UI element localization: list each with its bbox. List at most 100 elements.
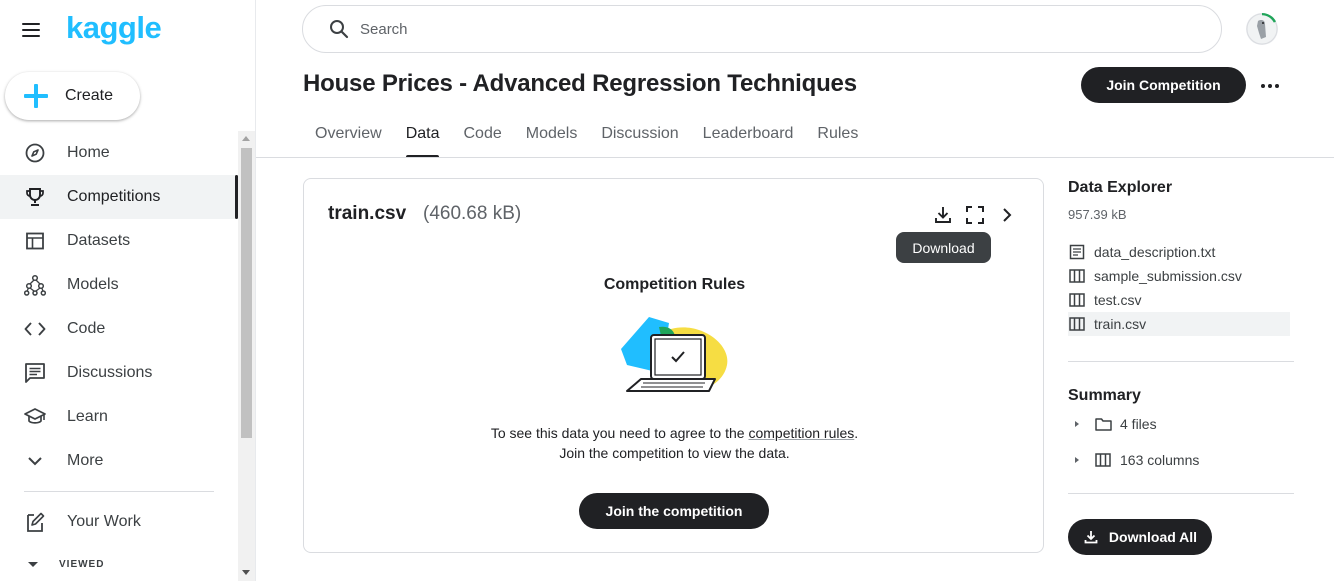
search-input[interactable] [360,20,1160,38]
file-item-label: data_description.txt [1094,244,1216,260]
file-size: (460.68 kB) [423,203,522,224]
models-icon [23,273,47,297]
competition-rules-link[interactable]: competition rules [748,425,854,441]
file-item-test[interactable]: test.csv [1068,288,1290,312]
caret-right-icon [1075,421,1079,427]
explorer-divider [1068,361,1294,362]
join-competition-button[interactable]: Join Competition [1081,67,1246,103]
sidebar-item-code[interactable]: Code [0,307,238,351]
sidebar-item-models[interactable]: Models [0,263,238,307]
sidebar-item-discussions[interactable]: Discussions [0,351,238,395]
trophy-icon [23,185,47,209]
viewed-section-toggle[interactable]: VIEWED [0,553,238,575]
file-item-label: train.csv [1094,316,1147,332]
summary-columns-label: 163 columns [1120,452,1200,468]
viewed-label: VIEWED [59,558,105,570]
competition-tabs: Overview Data Code Models Discussion Lea… [303,116,870,158]
scroll-down-arrow-icon[interactable] [242,570,250,575]
search-icon [328,18,350,40]
caret-down-icon [28,561,38,567]
more-options-icon[interactable] [1256,72,1284,100]
tab-leaderboard[interactable]: Leaderboard [691,116,806,158]
your-work-label: Your Work [67,513,141,530]
sidebar-item-home[interactable]: Home [0,131,238,175]
rules-text-after: . [854,425,859,441]
sidebar-item-your-work[interactable]: Your Work [0,500,238,544]
tab-overview[interactable]: Overview [303,116,394,158]
tabs-divider [256,157,1334,158]
data-explorer-title: Data Explorer [1068,179,1173,196]
download-all-label: Download All [1108,529,1198,545]
sidebar-item-datasets[interactable]: Datasets [0,219,238,263]
kaggle-app: kaggle Create Home Competitions Datasets… [0,0,1341,581]
sidebar-item-label: Discussions [67,364,153,381]
file-item-label: test.csv [1094,292,1142,308]
tab-discussion[interactable]: Discussion [589,116,690,158]
file-item-train[interactable]: train.csv [1068,312,1290,336]
summary-title: Summary [1068,387,1141,404]
fullscreen-icon[interactable] [963,203,987,227]
scroll-up-arrow-icon[interactable] [242,136,250,141]
sidebar-divider [24,491,214,492]
download-icon [1083,529,1099,545]
table-columns-icon [1094,451,1112,469]
competition-rules-title: Competition Rules [603,276,746,293]
sidebar-item-label: Home [67,144,110,161]
file-preview-card: train.csv (460.68 kB) Download Competiti… [303,178,1044,553]
tab-data[interactable]: Data [394,116,452,158]
tab-rules[interactable]: Rules [805,116,870,158]
file-item-sample-submission[interactable]: sample_submission.csv [1068,264,1290,288]
download-all-button[interactable]: Download All [1068,519,1212,555]
rules-text-before: To see this data you need to agree to th… [490,425,749,441]
summary-divider [1068,493,1294,494]
sidebar: kaggle Create Home Competitions Datasets… [0,0,256,581]
folder-icon [1094,415,1112,433]
sidebar-item-label: Learn [67,408,108,425]
laptop-illustration [621,317,728,392]
download-icon[interactable] [931,203,955,227]
rules-text-line2: Join the competition to view the data. [559,445,790,461]
file-name: train.csv [328,203,407,224]
file-item-label: sample_submission.csv [1094,268,1242,284]
chevron-right-icon[interactable] [995,203,1019,227]
sidebar-item-label: Code [67,320,106,337]
summary-files-label: 4 files [1120,416,1157,432]
sidebar-item-label: Competitions [67,188,161,205]
compass-icon [23,141,47,165]
discussion-icon [23,361,47,385]
rules-message: To see this data you need to agree to th… [304,423,1045,463]
sidebar-nav: Home Competitions Datasets Models Code D… [0,131,238,483]
edit-document-icon [23,510,47,534]
school-icon [23,405,47,429]
table-columns-icon [1068,267,1086,285]
download-tooltip: Download [896,232,991,263]
kaggle-logo[interactable]: kaggle [66,10,162,46]
scrollbar-thumb[interactable] [241,148,252,438]
sidebar-item-more[interactable]: More [0,439,238,483]
search-bar[interactable] [302,5,1222,53]
create-button[interactable]: Create [5,72,140,120]
sidebar-scrollbar[interactable] [238,131,255,581]
document-icon [1068,243,1086,261]
avatar[interactable] [1246,13,1278,45]
data-explorer-size: 957.39 kB [1068,207,1127,222]
file-item-data-description[interactable]: data_description.txt [1068,240,1290,264]
plus-icon [23,83,49,109]
join-the-competition-button[interactable]: Join the competition [579,493,769,529]
sidebar-item-label: Datasets [67,232,131,249]
sidebar-item-label: Models [67,276,119,293]
sidebar-item-competitions[interactable]: Competitions [0,175,238,219]
tab-code[interactable]: Code [451,116,513,158]
data-explorer-file-list: data_description.txt sample_submission.c… [1068,240,1290,336]
table-icon [23,229,47,253]
hamburger-menu-icon[interactable] [22,18,46,42]
create-label: Create [65,87,114,104]
caret-right-icon [1075,457,1079,463]
page-title: House Prices - Advanced Regression Techn… [303,70,857,97]
table-columns-icon [1068,291,1086,309]
summary-columns-row[interactable]: 163 columns [1068,449,1199,471]
sidebar-item-learn[interactable]: Learn [0,395,238,439]
summary-files-row[interactable]: 4 files [1068,413,1157,435]
table-columns-icon [1068,315,1086,333]
tab-models[interactable]: Models [514,116,590,158]
